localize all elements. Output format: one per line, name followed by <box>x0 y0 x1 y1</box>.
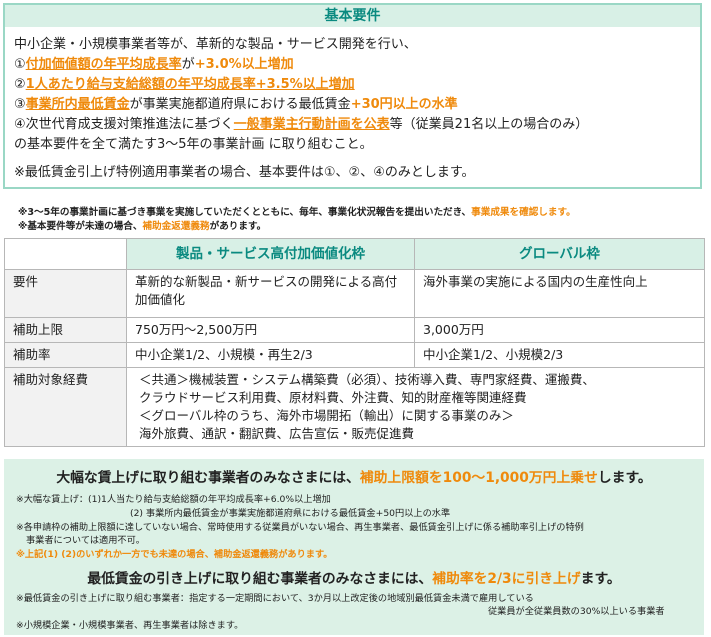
table-row: 補助率 中小企業1/2、小規模・再生2/3 中小企業1/2、小規模2/3 <box>4 342 705 368</box>
wage-note: ※大幅な賃上げ：(1)1人当たり給与支給総額の年平均成長率+6.0%以上増加 <box>16 494 331 505</box>
table-row: 補助上限 750万円～2,500万円 3,000万円 <box>4 317 705 343</box>
subsidy-frame-table: 製品・サービス高付加価値化枠 グローバル枠 要件 革新的な新製品・新サービスの開… <box>4 238 705 447</box>
table-header-row: 製品・サービス高付加価値化枠 グローバル枠 <box>4 238 705 270</box>
row-label: 補助対象経費 <box>4 367 127 447</box>
wage-note: ※各申請枠の補助上限額に達していない場合、常時使用する従業員がいない場合、再生事… <box>16 522 584 533</box>
table-row: 補助対象経費 ＜共通＞機械装置・システム構築費（必須）、技術導入費、専門家経費、… <box>4 367 705 447</box>
note-report: ※3～5年の事業計画に基づき事業を実施していただくとともに、毎年、事業化状況報告… <box>18 207 576 218</box>
wage-refund-note: ※上記(1) (2)のいずれか一方でも未達の場合、補助金返還義務があります。 <box>16 549 333 560</box>
row-label: 補助率 <box>4 342 127 368</box>
table-cell: 750万円～2,500万円 <box>126 317 415 343</box>
basic-requirements-title: 基本要件 <box>5 5 700 27</box>
min-wage-heading: 最低賃金の引き上げに取り組む事業者のみなさまには、補助率を2/3に引き上げます。 <box>87 571 621 587</box>
expense-line: ＜共通＞機械装置・システム構築費（必須）、技術導入費、専門家経費、運搬費、 <box>139 372 595 387</box>
table-cell: 海外事業の実施による国内の生産性向上 <box>414 269 705 318</box>
expense-line: クラウドサービス利用費、原材料費、外注費、知的財産権等関連経費 <box>139 390 527 405</box>
wage-note: (2) 事業所内最低賃金が事業実施都道府県における最低賃金+50円以上の水準 <box>130 508 451 519</box>
expense-line: ＜グローバル枠のうち、海外市場開拓（輸出）に関する事業のみ＞ <box>139 408 514 423</box>
requirement-exception: ※最低賃金引上げ特例適用事業者の場合、基本要件は①、②、④のみとします。 <box>14 165 475 180</box>
table-corner <box>4 238 127 270</box>
requirement-intro: 中小企業・小規模事業者等が、革新的な製品・サービス開発を行い、 <box>14 37 417 52</box>
note-refund: ※基本要件等が未達の場合、補助金返還義務があります。 <box>18 221 267 232</box>
wage-note: 事業者については適用不可。 <box>26 535 145 546</box>
min-wage-note: ※最低賃金の引き上げに取り組む事業者：指定する一定期間において、3か月以上改定後… <box>16 593 534 604</box>
table-row: 要件 革新的な新製品・新サービスの開発による高付加価値化 海外事業の実施による国… <box>4 269 705 318</box>
row-label: 要件 <box>4 269 127 318</box>
requirement-1: ①付加価値額の年平均成長率が+3.0%以上増加 <box>14 57 294 72</box>
expense-cell: ＜共通＞機械装置・システム構築費（必須）、技術導入費、専門家経費、運搬費、 クラ… <box>126 367 705 447</box>
row-label: 補助上限 <box>4 317 127 343</box>
table-cell: 中小企業1/2、小規模2/3 <box>414 342 705 368</box>
expense-line: 海外旅費、通訳・翻訳費、広告宣伝・販売促進費 <box>139 426 415 441</box>
table-cell: 中小企業1/2、小規模・再生2/3 <box>126 342 415 368</box>
requirement-summary: の基本要件を全て満たす3～5年の事業計画 に取り組むこと。 <box>14 137 373 152</box>
min-wage-note: 従業員が全従業員数の30%以上いる事業者 <box>488 606 665 617</box>
column-high-value: 製品・サービス高付加価値化枠 <box>126 238 415 270</box>
table-cell: 革新的な新製品・新サービスの開発による高付加価値化 <box>126 269 415 318</box>
wage-increase-heading: 大幅な賃上げに取り組む事業者のみなさまには、補助上限額を100～1,000万円上… <box>56 470 652 486</box>
requirement-4: ④次世代育成支援対策推進法に基づく一般事業主行動計画を公表等（従業員21名以上の… <box>14 117 589 132</box>
min-wage-note: ※小規模企業・小規模事業者、再生事業者は除きます。 <box>16 620 244 631</box>
column-global: グローバル枠 <box>414 238 705 270</box>
requirement-3: ③事業所内最低賃金が事業実施都道府県における最低賃金+30円以上の水準 <box>14 97 458 112</box>
requirement-2: ②1人あたり給与支給総額の年平均成長率+3.5%以上増加 <box>14 77 355 92</box>
table-cell: 3,000万円 <box>414 317 705 343</box>
